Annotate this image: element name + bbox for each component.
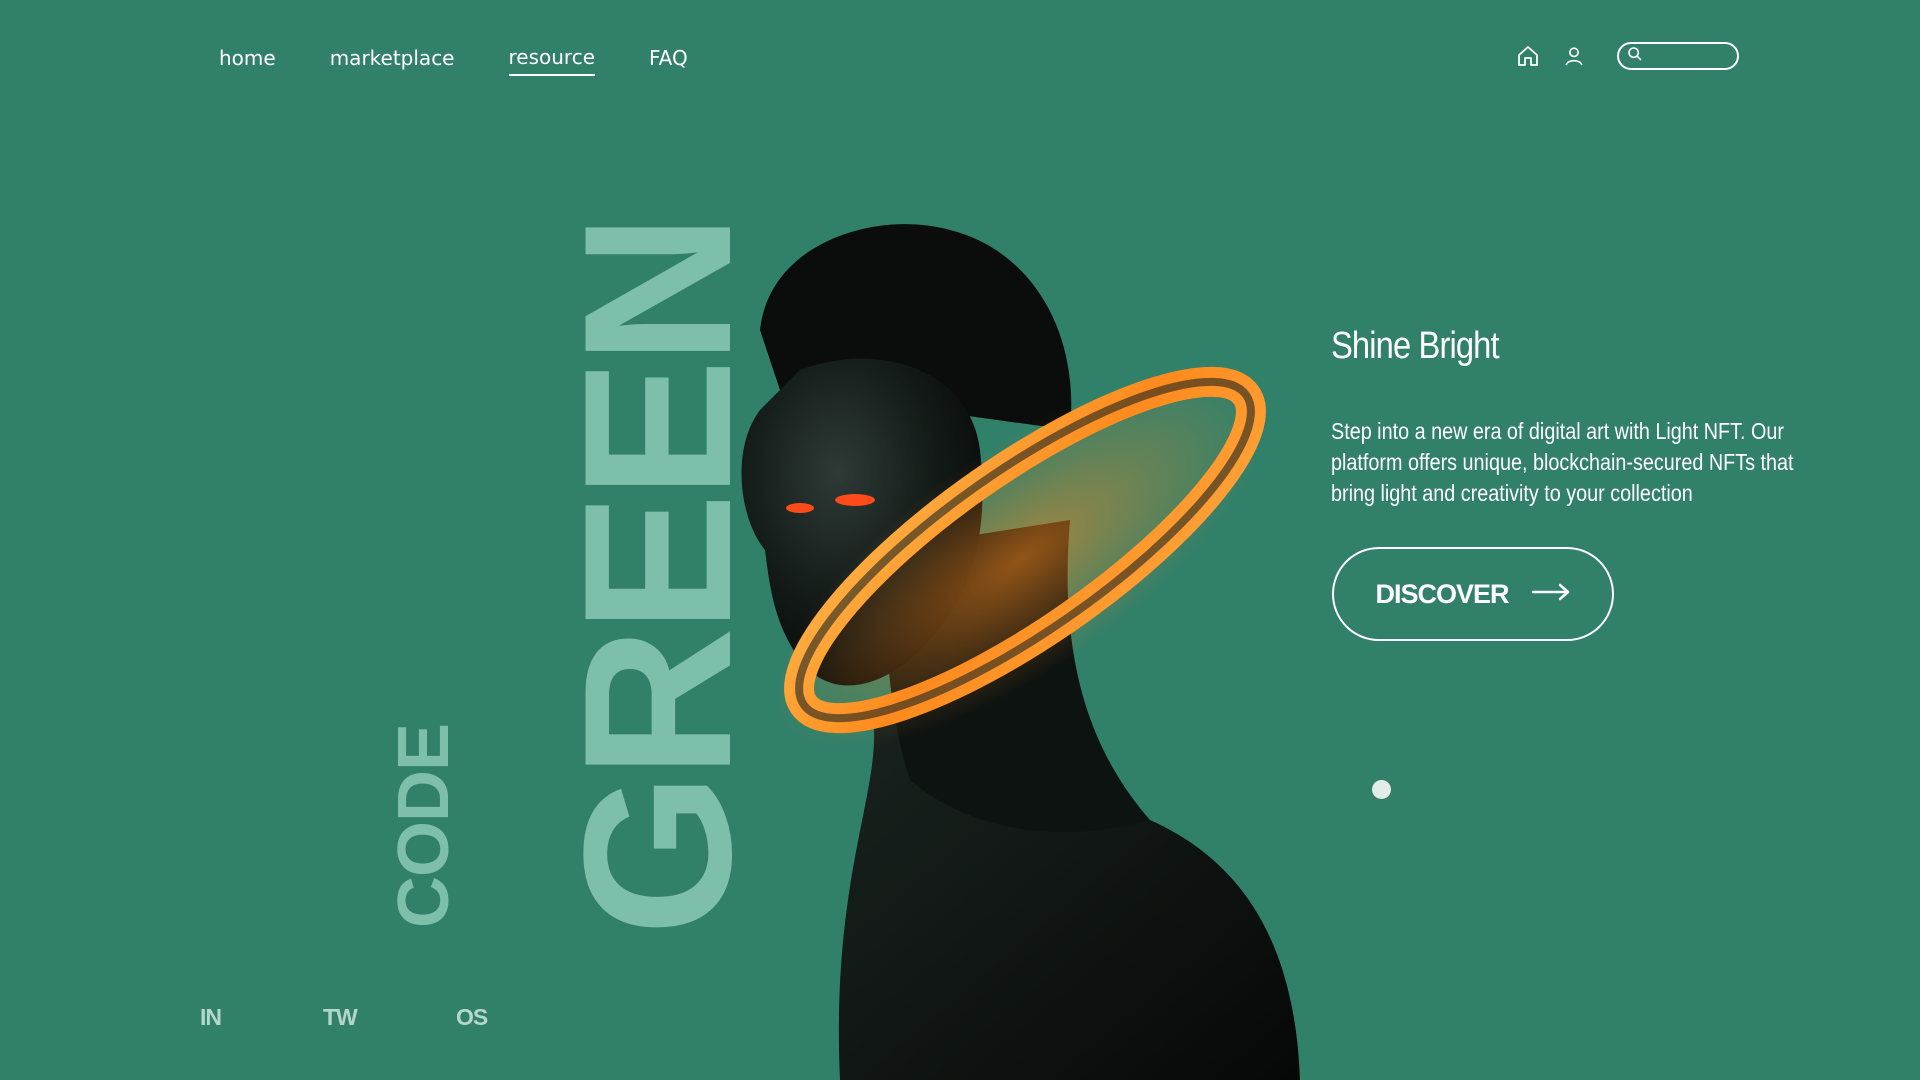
home-icon[interactable] [1515,43,1541,69]
landing-page: home marketplace resource FAQ GREEN CODE… [0,0,1920,1080]
user-icon[interactable] [1561,43,1587,69]
nav-link-marketplace[interactable]: marketplace [330,43,455,75]
search-icon [1627,46,1643,66]
social-link-tw[interactable]: TW [323,1004,358,1031]
discover-button[interactable]: DISCOVER [1332,547,1614,641]
nav-link-resource[interactable]: resource [508,42,596,76]
hero-description: Step into a new era of digital art with … [1331,418,1794,506]
discover-label: DISCOVER [1375,578,1509,609]
search-input[interactable] [1647,47,1731,65]
social-link-os[interactable]: OS [456,1004,488,1031]
nav-actions [1515,42,1739,70]
carousel-dot[interactable] [1372,780,1391,799]
hero-title: Shine Bright [1331,325,1500,367]
social-link-in[interactable]: IN [200,1004,222,1031]
arrow-right-icon [1531,582,1571,606]
hero-figure-illustration [741,224,1300,1080]
wordmark-code: CODE [384,723,464,928]
nav-link-home[interactable]: home [219,43,276,75]
nav-link-faq[interactable]: FAQ [649,43,688,75]
search-field[interactable] [1617,42,1739,70]
main-nav: home marketplace resource FAQ [219,42,688,76]
